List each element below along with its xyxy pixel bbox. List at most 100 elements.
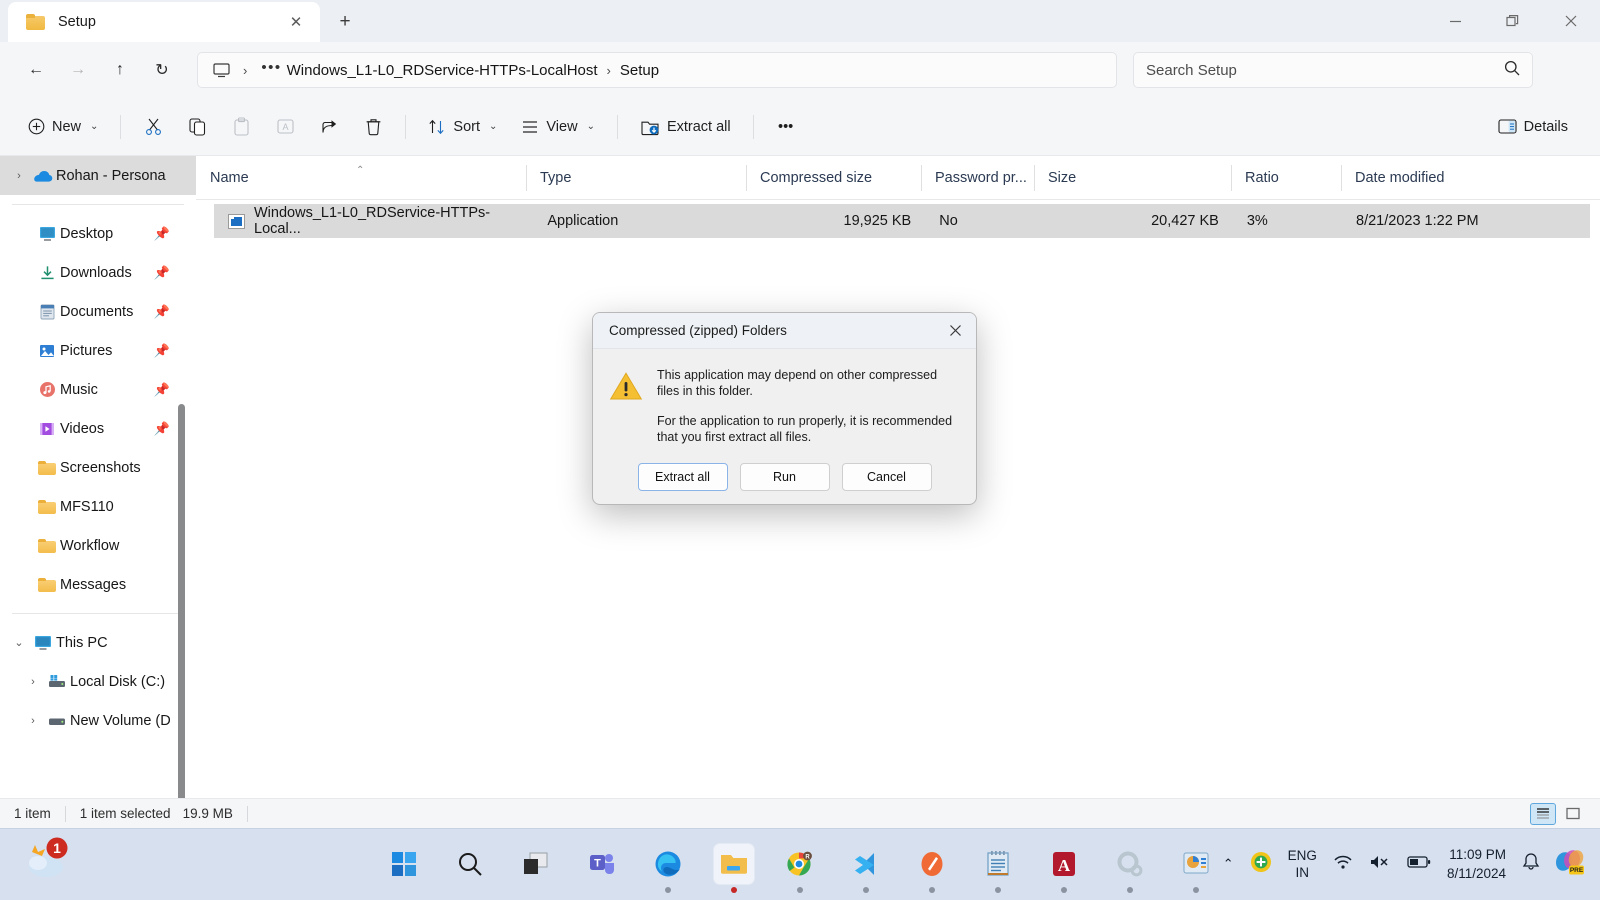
file-explorer-icon[interactable] xyxy=(714,844,754,893)
rename-icon: A xyxy=(277,119,294,134)
run-dialog-button[interactable]: Run xyxy=(739,463,830,491)
pin-icon[interactable]: 📌 xyxy=(154,343,170,359)
task-view-button[interactable] xyxy=(516,844,556,884)
compressed-folders-dialog[interactable]: Compressed (zipped) Folders This applica… xyxy=(592,312,977,505)
pin-icon[interactable]: 📌 xyxy=(154,265,170,281)
chevron-down-icon: ⌄ xyxy=(586,121,595,132)
search-input[interactable]: Search Setup xyxy=(1146,62,1504,79)
sidebar-item-this-pc[interactable]: ⌄ This PC xyxy=(0,623,196,662)
column-header-ratio[interactable]: Ratio xyxy=(1231,163,1341,193)
details-pane-button[interactable]: Details xyxy=(1488,109,1578,145)
chevron-down-icon: ⌄ xyxy=(489,121,498,132)
search-button[interactable] xyxy=(450,844,490,884)
extract-all-button[interactable]: Extract all xyxy=(630,109,741,145)
tray-overflow-icon[interactable]: ⌃ xyxy=(1223,856,1234,872)
breadcrumb-overflow-icon[interactable]: ••• xyxy=(256,59,286,82)
sidebar-item-downloads[interactable]: Downloads 📌 xyxy=(0,253,196,292)
sidebar-item-documents[interactable]: Documents 📌 xyxy=(0,292,196,331)
breadcrumb[interactable]: › ••• Windows_L1-L0_RDService-HTTPs-Loca… xyxy=(197,52,1117,88)
chevron-right-icon[interactable]: › xyxy=(22,676,44,688)
sidebar-item-local-disk-c[interactable]: › Local Disk (C:) xyxy=(0,662,196,701)
table-row[interactable]: Windows_L1-L0_RDService-HTTPs-Local... A… xyxy=(214,204,1590,238)
notifications-bell-icon[interactable] xyxy=(1522,852,1540,877)
column-header-name[interactable]: ⌃ Name xyxy=(196,163,526,193)
sort-button[interactable]: Sort ⌄ xyxy=(418,109,507,145)
view-button[interactable]: View ⌄ xyxy=(511,109,605,145)
sidebar-item-desktop[interactable]: Desktop 📌 xyxy=(0,214,196,253)
sidebar-item-messages[interactable]: Messages xyxy=(0,565,196,604)
pin-icon[interactable]: 📌 xyxy=(154,421,170,437)
sidebar-item-workflow[interactable]: Workflow xyxy=(0,526,196,565)
column-header-password-protected[interactable]: Password pr... xyxy=(921,163,1034,193)
search-box[interactable]: Search Setup xyxy=(1133,52,1533,88)
maximize-restore-button[interactable] xyxy=(1484,0,1542,42)
acrobat-icon[interactable]: A xyxy=(1044,844,1084,893)
breadcrumb-item-1[interactable]: Windows_L1-L0_RDService-HTTPs-LocalHost xyxy=(287,62,598,79)
command-bar: New ⌄ A Sort ⌄ View ⌄ Extract all ••• De… xyxy=(0,98,1600,156)
delete-button[interactable] xyxy=(353,109,393,145)
sidebar-item-music[interactable]: Music 📌 xyxy=(0,370,196,409)
details-view-toggle[interactable] xyxy=(1530,802,1556,825)
column-header-type[interactable]: Type xyxy=(526,163,746,193)
pin-icon[interactable]: 📌 xyxy=(154,382,170,398)
minimize-button[interactable] xyxy=(1426,0,1484,42)
sidebar-item-videos[interactable]: Videos 📌 xyxy=(0,409,196,448)
svg-text:A: A xyxy=(282,122,288,132)
sidebar-item-mfs110[interactable]: MFS110 xyxy=(0,487,196,526)
navigation-pane[interactable]: › Rohan - Persona Desktop 📌 Downloads 📌 xyxy=(0,156,196,798)
pin-icon[interactable]: 📌 xyxy=(154,226,170,242)
breadcrumb-item-2[interactable]: Setup xyxy=(620,62,659,79)
battery-icon[interactable] xyxy=(1407,855,1431,874)
share-button[interactable] xyxy=(309,109,349,145)
notepad-icon[interactable] xyxy=(978,844,1018,893)
cancel-dialog-button[interactable]: Cancel xyxy=(841,463,932,491)
sidebar-item-pictures[interactable]: Pictures 📌 xyxy=(0,331,196,370)
language-indicator[interactable]: ENG IN xyxy=(1288,847,1317,881)
refresh-button[interactable]: ↻ xyxy=(143,51,181,89)
sidebar-item-screenshots[interactable]: Screenshots xyxy=(0,448,196,487)
this-pc-icon[interactable] xyxy=(208,62,234,78)
close-icon[interactable] xyxy=(934,313,976,349)
chevron-right-icon[interactable]: › xyxy=(22,715,44,727)
close-window-button[interactable] xyxy=(1542,0,1600,42)
wifi-icon[interactable] xyxy=(1333,854,1353,875)
back-button[interactable]: ← xyxy=(17,51,55,89)
column-header-date-modified[interactable]: Date modified xyxy=(1341,163,1591,193)
paint-icon[interactable] xyxy=(912,844,952,893)
pictures-icon xyxy=(34,343,60,359)
volume-muted-icon[interactable] xyxy=(1369,854,1391,875)
large-icons-view-toggle[interactable] xyxy=(1560,803,1586,825)
dialog-body: This application may depend on other com… xyxy=(593,349,976,445)
search-icon[interactable] xyxy=(1504,60,1520,81)
chevron-right-icon[interactable]: › xyxy=(8,170,30,182)
clock[interactable]: 11:09 PM 8/11/2024 xyxy=(1447,845,1506,883)
column-header-compressed-size[interactable]: Compressed size xyxy=(746,163,921,193)
cell-password-protected: No xyxy=(939,213,958,229)
new-button[interactable]: New ⌄ xyxy=(18,109,108,145)
copy-button[interactable] xyxy=(177,109,217,145)
see-more-button[interactable]: ••• xyxy=(766,109,806,145)
edge-icon[interactable] xyxy=(648,844,688,893)
chevron-down-icon[interactable]: ⌄ xyxy=(8,636,30,649)
sidebar-scrollbar[interactable] xyxy=(178,404,185,798)
tab-setup[interactable]: Setup ✕ xyxy=(8,2,320,42)
chrome-icon[interactable]: R xyxy=(780,844,820,893)
sidebar-item-new-volume-d[interactable]: › New Volume (D xyxy=(0,701,196,740)
sidebar-item-onedrive[interactable]: › Rohan - Persona xyxy=(0,156,196,195)
vscode-icon[interactable] xyxy=(846,844,886,893)
teams-icon[interactable]: T xyxy=(582,844,622,884)
antivirus-tray-icon[interactable] xyxy=(1250,851,1272,878)
column-header-size[interactable]: Size xyxy=(1034,163,1231,193)
pin-icon[interactable]: 📌 xyxy=(154,304,170,320)
extract-all-dialog-button[interactable]: Extract all xyxy=(637,463,728,491)
copilot-icon[interactable]: PRE xyxy=(1556,848,1586,881)
cut-button[interactable] xyxy=(133,109,173,145)
close-tab-icon[interactable]: ✕ xyxy=(282,8,310,36)
powerpoint-icon[interactable] xyxy=(1176,844,1216,893)
start-button[interactable] xyxy=(384,844,424,884)
up-button[interactable]: ↑ xyxy=(101,51,139,89)
new-tab-button[interactable]: + xyxy=(328,5,362,39)
sidebar-item-label: Workflow xyxy=(60,537,120,554)
column-label: Name xyxy=(210,169,249,186)
settings-icon[interactable] xyxy=(1110,844,1150,893)
